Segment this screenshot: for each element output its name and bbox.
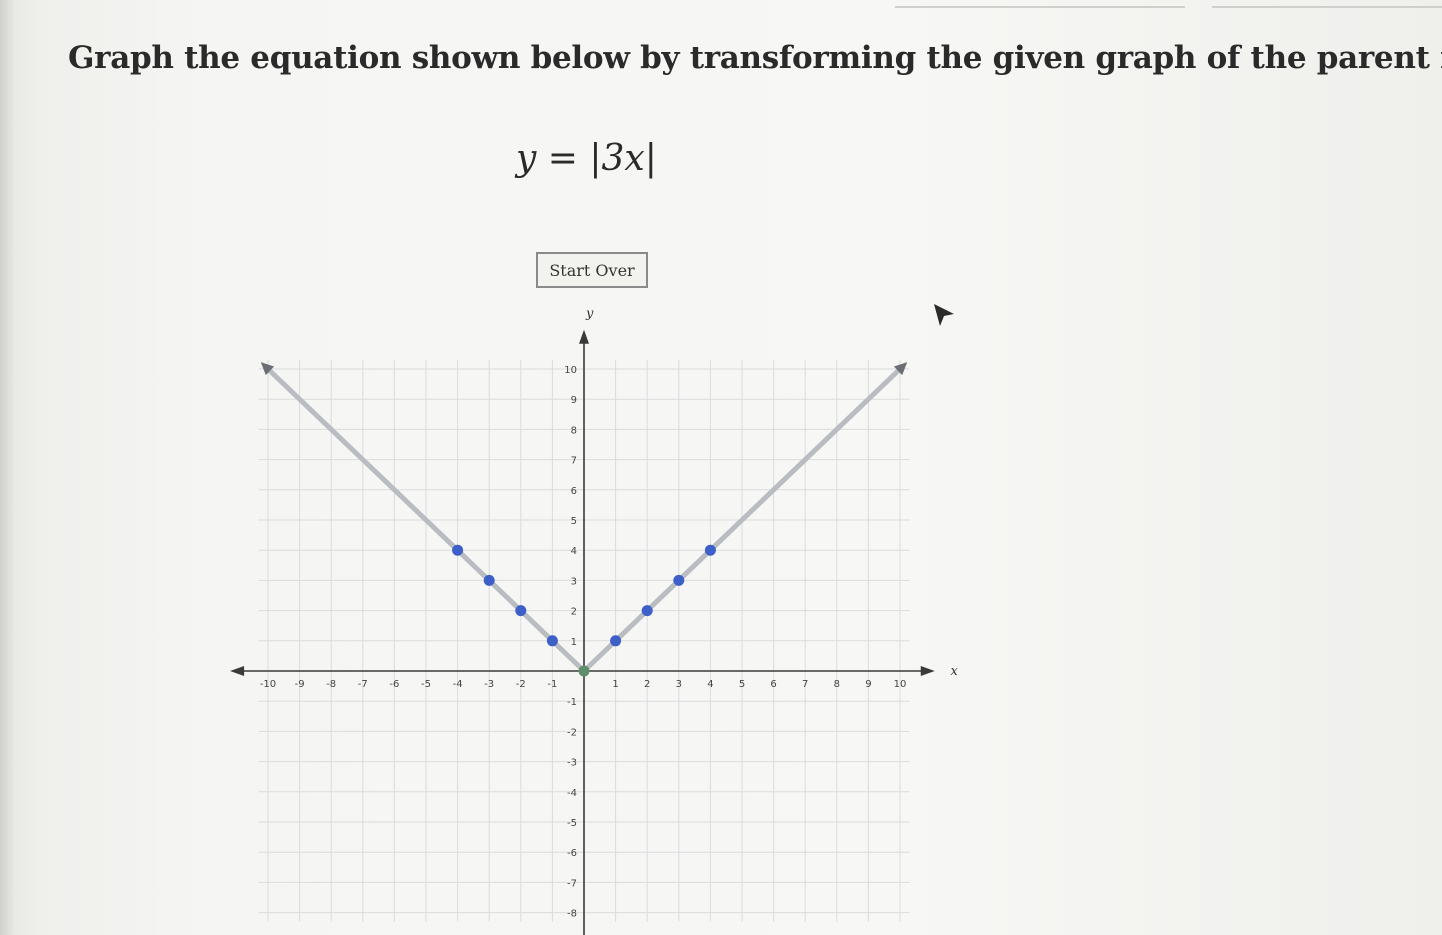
x-tick-label: -3 (484, 679, 494, 690)
mouse-cursor (934, 304, 954, 326)
y-tick-label: 1 (571, 637, 577, 648)
x-tick-label: -9 (295, 679, 305, 690)
graph-point[interactable] (452, 544, 464, 556)
x-tick-label: -2 (516, 679, 526, 690)
x-axis-arrow-right-icon (920, 666, 935, 676)
cursor-arrow-icon (934, 304, 954, 326)
page: Graph the equation shown below by transf… (0, 0, 1442, 935)
x-tick-label: 9 (865, 679, 871, 690)
x-tick-label: 5 (739, 679, 745, 690)
x-tick-label: 7 (802, 679, 808, 690)
y-tick-label: 10 (564, 365, 577, 376)
y-tick-label: -8 (567, 909, 577, 920)
y-tick-label: 9 (571, 395, 577, 406)
graph-point[interactable] (610, 635, 622, 647)
x-tick-label: -8 (326, 679, 336, 690)
y-tick-label: -4 (567, 788, 577, 799)
x-tick-label: 8 (834, 679, 840, 690)
coordinate-graph[interactable]: x y -10 -9 -8 -7 -6 -5 -4 -3 -2 -1 1 2 3 4 5 6 7 8 9 10 10 9 8 7 6… (0, 0, 1442, 935)
graph-point[interactable] (704, 544, 716, 556)
x-tick-label: -1 (547, 679, 557, 690)
tick-labels: x y -10 -9 -8 -7 -6 -5 -4 -3 -2 -1 1 2 3 4 5 6 7 8 9 10 10 9 8 7 6… (260, 307, 959, 920)
y-tick-label: 7 (571, 456, 577, 467)
y-tick-label: -1 (567, 697, 577, 708)
x-axis-arrow-left-icon (230, 666, 245, 676)
graph-point[interactable] (483, 574, 495, 586)
x-tick-label: -6 (389, 679, 399, 690)
y-tick-label: -3 (567, 758, 577, 769)
x-tick-label: -5 (421, 679, 431, 690)
y-tick-label: -6 (567, 848, 577, 859)
graph-point[interactable] (515, 605, 527, 617)
x-tick-label: -7 (358, 679, 368, 690)
y-tick-label: 5 (571, 516, 577, 527)
x-axis-label: x (951, 664, 959, 679)
y-tick-label: -5 (567, 818, 577, 829)
vertex-point[interactable] (578, 665, 590, 677)
y-tick-label: 4 (571, 546, 577, 557)
x-tick-label: 1 (612, 679, 618, 690)
x-tick-label: 4 (707, 679, 713, 690)
axes (230, 329, 935, 935)
x-tick-label: -4 (453, 679, 463, 690)
x-tick-label: -10 (260, 679, 276, 690)
y-tick-label: 3 (571, 576, 577, 587)
y-axis-arrow-up-icon (579, 329, 589, 344)
x-tick-label: 3 (676, 679, 682, 690)
y-tick-label: 6 (571, 486, 577, 497)
y-axis-label: y (585, 307, 594, 322)
graph-point[interactable] (546, 635, 558, 647)
x-tick-label: 2 (644, 679, 650, 690)
y-tick-label: -7 (567, 878, 577, 889)
y-tick-label: 8 (571, 425, 577, 436)
x-tick-label: 6 (770, 679, 776, 690)
y-tick-label: 2 (571, 607, 577, 618)
graph-point[interactable] (641, 605, 653, 617)
x-tick-label: 10 (894, 679, 907, 690)
y-tick-label: -2 (567, 727, 577, 738)
graph-point[interactable] (673, 574, 685, 586)
